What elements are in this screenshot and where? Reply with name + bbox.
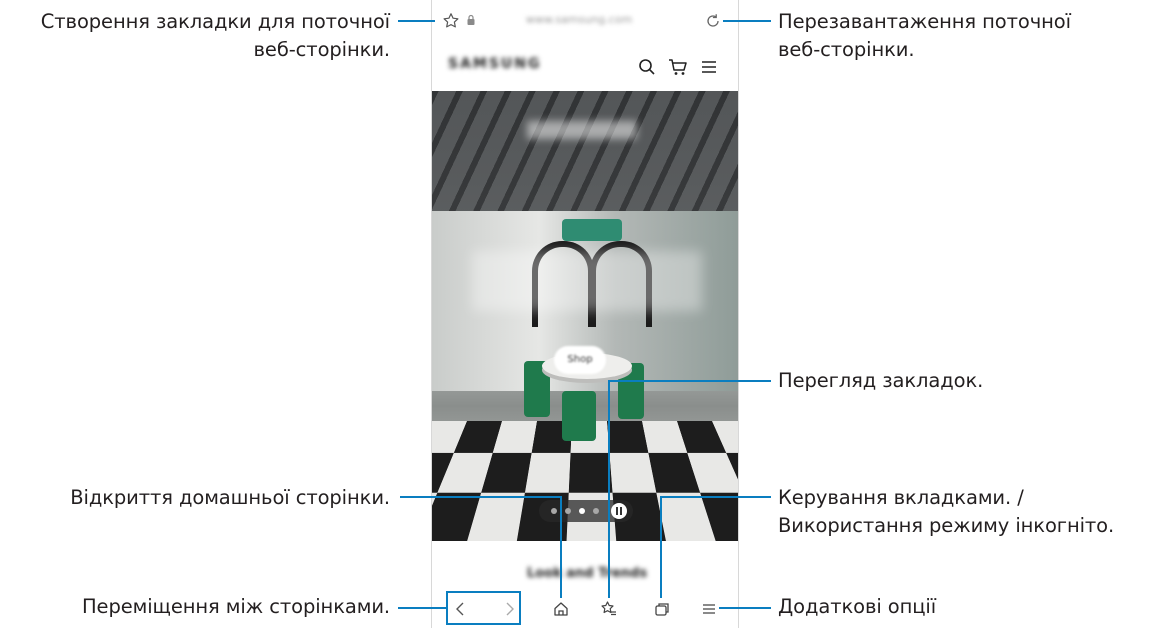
leader-line bbox=[398, 20, 435, 22]
callout-tabs-line1: Керування вкладками. / bbox=[778, 486, 1024, 509]
bottom-toolbar bbox=[432, 590, 738, 628]
carousel-pager[interactable] bbox=[539, 500, 633, 522]
callout-reload-line2: веб-сторінки. bbox=[778, 38, 915, 61]
callout-home: Відкриття домашньої сторінки. bbox=[70, 484, 390, 512]
callout-bookmarks: Перегляд закладок. bbox=[778, 367, 983, 395]
chevron-left-icon[interactable] bbox=[452, 600, 470, 618]
leader-line bbox=[719, 607, 771, 609]
callout-tabs-line2: Використання режиму інкогніто. bbox=[778, 514, 1115, 537]
callout-reload: Перезавантаження поточної веб-сторінки. bbox=[778, 8, 1071, 64]
callout-bookmark-add-line2: веб-сторінки. bbox=[253, 38, 391, 61]
callout-bookmark-add: Створення закладки для поточної веб-стор… bbox=[41, 8, 390, 64]
cart-icon[interactable] bbox=[668, 58, 688, 76]
leader-line bbox=[723, 20, 771, 22]
lock-icon bbox=[466, 14, 476, 26]
leader-line bbox=[608, 380, 771, 382]
bookmarks-icon[interactable] bbox=[600, 600, 618, 618]
reload-icon[interactable] bbox=[704, 12, 722, 30]
phone-screen: www.samsung.com SAMSUNG Shop Look and Tr… bbox=[431, 0, 739, 628]
shop-button[interactable]: Shop bbox=[554, 346, 606, 374]
leader-line bbox=[608, 380, 610, 598]
leader-line bbox=[660, 496, 662, 598]
url-text[interactable]: www.samsung.com bbox=[494, 13, 664, 29]
tabs-icon[interactable] bbox=[653, 600, 671, 618]
callout-home-text: Відкриття домашньої сторінки. bbox=[70, 486, 390, 509]
callout-reload-line1: Перезавантаження поточної bbox=[778, 10, 1071, 33]
section-title: Look and Trends bbox=[526, 566, 648, 581]
hero-blurred-title bbox=[527, 121, 637, 139]
site-logo[interactable]: SAMSUNG bbox=[448, 56, 542, 72]
more-options-icon[interactable] bbox=[700, 600, 718, 618]
callout-tabs: Керування вкладками. / Використання режи… bbox=[778, 484, 1114, 540]
leader-line bbox=[398, 607, 447, 609]
chevron-right-icon[interactable] bbox=[500, 600, 518, 618]
hamburger-icon[interactable] bbox=[700, 58, 718, 76]
star-icon[interactable] bbox=[442, 12, 460, 30]
leader-line bbox=[560, 496, 562, 598]
pause-icon[interactable] bbox=[611, 503, 627, 519]
pager-dot[interactable] bbox=[565, 508, 571, 514]
hero-banner[interactable]: Shop bbox=[432, 91, 738, 541]
callout-more-text: Додаткові опції bbox=[778, 595, 937, 618]
callout-bookmarks-text: Перегляд закладок. bbox=[778, 369, 984, 392]
callout-more: Додаткові опції bbox=[778, 593, 936, 621]
pager-dot[interactable] bbox=[593, 508, 599, 514]
leader-line bbox=[660, 496, 771, 498]
pager-dot[interactable] bbox=[551, 508, 557, 514]
leader-line bbox=[400, 496, 561, 498]
callout-bookmark-add-line1: Створення закладки для поточної bbox=[40, 10, 390, 33]
callout-navigation-text: Переміщення між сторінками. bbox=[81, 595, 390, 618]
site-header: SAMSUNG bbox=[432, 46, 738, 86]
hero-blurred-text bbox=[472, 251, 702, 311]
pager-dot-active[interactable] bbox=[579, 508, 585, 514]
address-bar[interactable]: www.samsung.com bbox=[432, 0, 738, 42]
hero-lamp bbox=[562, 219, 622, 241]
home-icon[interactable] bbox=[552, 600, 570, 618]
search-icon[interactable] bbox=[638, 58, 656, 76]
hero-chair bbox=[562, 391, 596, 441]
callout-navigation: Переміщення між сторінками. bbox=[82, 593, 390, 621]
hero-ceiling bbox=[432, 91, 738, 231]
